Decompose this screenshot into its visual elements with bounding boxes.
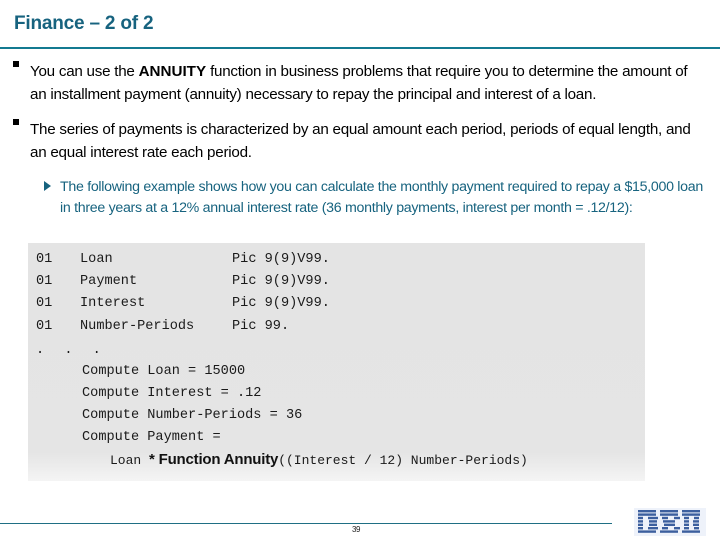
slide-body: You can use the ANNUITY function in busi… bbox=[0, 60, 720, 219]
footer-divider bbox=[0, 523, 612, 524]
code-line: Compute Number-Periods = 36 bbox=[82, 408, 303, 423]
code-line: Compute Interest = .12 bbox=[82, 386, 262, 401]
code-line: Compute Loan = 15000 bbox=[82, 364, 246, 379]
code-varname: Payment bbox=[80, 274, 138, 289]
code-ellipsis: . . . bbox=[36, 343, 107, 358]
code-picture: Pic 99. bbox=[232, 319, 290, 334]
ibm-logo bbox=[634, 508, 706, 536]
code-line: 01 Interest Pic 9(9)V99. bbox=[36, 296, 330, 311]
code-line: 01 Loan Pic 9(9)V99. bbox=[36, 252, 330, 267]
bullet-emphasis: ANNUITY bbox=[138, 63, 207, 80]
code-level: 01 bbox=[36, 296, 53, 311]
code-final-expression: Loan * Function Annuity((Interest / 12) … bbox=[110, 451, 528, 469]
code-line: 01 Payment Pic 9(9)V99. bbox=[36, 274, 330, 289]
code-level: 01 bbox=[36, 274, 53, 289]
code-picture: Pic 9(9)V99. bbox=[232, 274, 330, 289]
square-bullet-icon bbox=[13, 119, 19, 125]
bullet-text-before: You can use the bbox=[30, 63, 139, 80]
square-bullet-icon bbox=[13, 61, 19, 67]
title-divider bbox=[0, 47, 720, 49]
code-picture: Pic 9(9)V99. bbox=[232, 296, 330, 311]
code-varname: Interest bbox=[80, 296, 146, 311]
code-level: 01 bbox=[36, 319, 53, 334]
bullet-text: The series of payments is characterized … bbox=[30, 121, 691, 161]
code-picture: Pic 9(9)V99. bbox=[232, 252, 330, 267]
page-title: Finance – 2 of 2 bbox=[14, 13, 154, 34]
code-varname: Loan bbox=[80, 252, 113, 267]
code-line: 01 Number-Periods Pic 99. bbox=[36, 319, 289, 334]
code-arguments: ((Interest / 12) Number-Periods) bbox=[278, 453, 528, 468]
triangle-bullet-icon bbox=[44, 181, 51, 191]
sub-bullet-item: The following example shows how you can … bbox=[0, 177, 704, 219]
code-varname: Number-Periods bbox=[80, 319, 195, 334]
page-number: 39 bbox=[352, 525, 360, 534]
code-function: * Function Annuity bbox=[149, 451, 279, 468]
code-line: Compute Payment = bbox=[82, 430, 221, 445]
sub-bullet-text: The following example shows how you can … bbox=[60, 179, 703, 216]
code-sample: 01 Loan Pic 9(9)V99. 01 Payment Pic 9(9)V99.… bbox=[28, 243, 645, 481]
bullet-item: The series of payments is characterized … bbox=[0, 118, 706, 164]
code-level: 01 bbox=[36, 252, 53, 267]
code-operand: Loan bbox=[110, 453, 150, 468]
bullet-item: You can use the ANNUITY function in busi… bbox=[0, 60, 706, 106]
